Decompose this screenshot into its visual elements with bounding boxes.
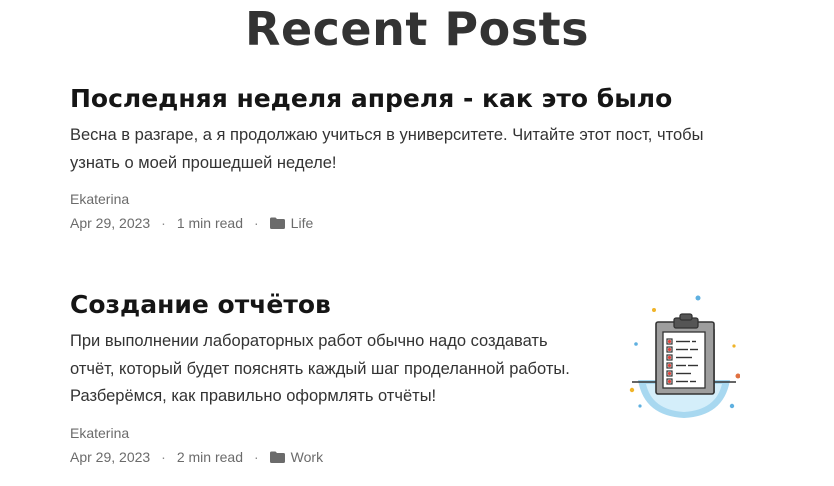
read-time: 1 min read bbox=[176, 215, 243, 231]
post-date: Apr 29, 2023 bbox=[70, 215, 151, 231]
post-excerpt: При выполнении лабораторных работ обычно… bbox=[70, 332, 570, 405]
post-excerpt: Весна в разгаре, а я продолжаю учиться в… bbox=[70, 126, 704, 172]
folder-icon bbox=[269, 451, 285, 463]
post-author[interactable]: Ekaterina bbox=[70, 425, 770, 441]
post-title-link[interactable]: Последняя неделя апреля - как это было bbox=[70, 82, 770, 116]
post-card: Последняя неделя апреля - как это было В… bbox=[70, 82, 770, 231]
category-label: Work bbox=[290, 448, 324, 465]
post-meta: Apr 29, 2023 · 2 min read · Work bbox=[70, 449, 770, 465]
clipboard-checklist-icon[interactable] bbox=[628, 292, 740, 424]
post-author[interactable]: Ekaterina bbox=[70, 191, 770, 207]
meta-separator: · bbox=[254, 448, 259, 465]
meta-separator: · bbox=[161, 448, 166, 465]
post-date: Apr 29, 2023 bbox=[70, 448, 151, 465]
category-link[interactable]: Work bbox=[269, 448, 324, 465]
read-time: 2 min read bbox=[176, 448, 243, 465]
folder-icon bbox=[269, 217, 285, 229]
post-meta: Apr 29, 2023 · 1 min read · Life bbox=[70, 215, 770, 231]
category-label: Life bbox=[290, 215, 314, 231]
category-link[interactable]: Life bbox=[269, 215, 314, 231]
meta-separator: · bbox=[254, 215, 259, 231]
meta-separator: · bbox=[161, 215, 166, 231]
page-title: Recent Posts bbox=[245, 2, 589, 56]
